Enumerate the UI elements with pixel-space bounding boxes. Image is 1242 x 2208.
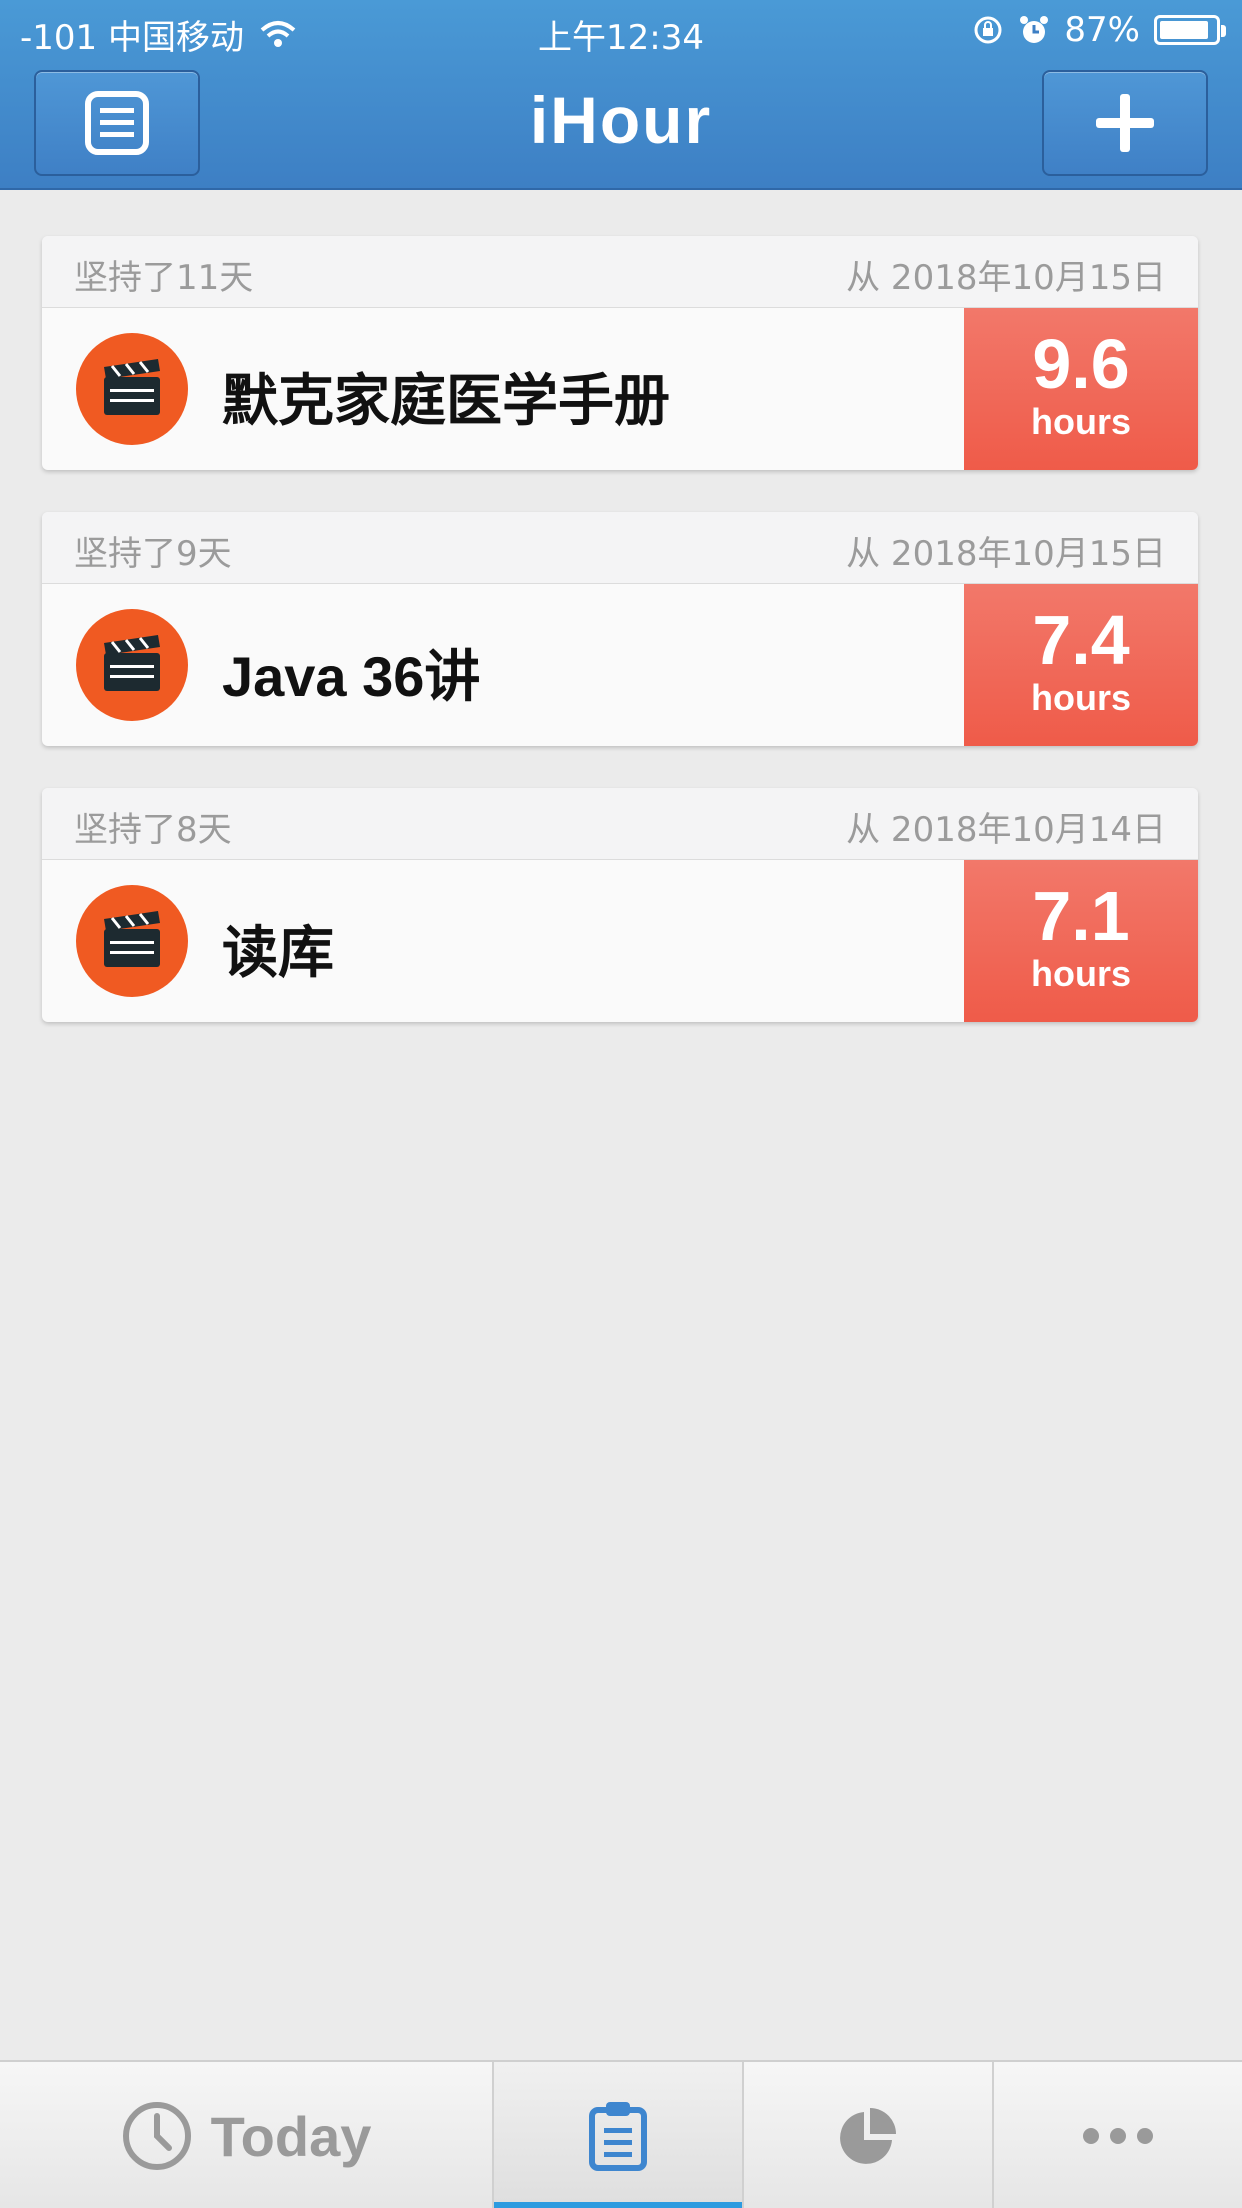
hours-badge: 7.4 hours <box>964 584 1198 746</box>
hours-badge: 9.6 hours <box>964 308 1198 470</box>
ellipsis-icon <box>1083 2128 1153 2144</box>
header: -101 中国移动 上午12:34 87% iHour <box>0 0 1242 190</box>
hours-value: 9.6 <box>1032 325 1130 403</box>
task-card[interactable]: 坚持了11天 从 2018年10月15日 默克家庭医学手册 9.6 hours <box>42 236 1198 470</box>
task-card[interactable]: 坚持了9天 从 2018年10月15日 Java 36讲 7.4 hours <box>42 512 1198 746</box>
battery-icon <box>1154 15 1226 45</box>
hours-unit: hours <box>1030 401 1131 442</box>
tab-today[interactable]: Today <box>0 2062 494 2208</box>
tab-list[interactable] <box>494 2062 744 2208</box>
hours-value: 7.1 <box>1032 877 1130 955</box>
card-header: 坚持了8天 从 2018年10月14日 <box>42 788 1198 860</box>
card-header: 坚持了9天 从 2018年10月15日 <box>42 512 1198 584</box>
rotation-lock-icon <box>974 16 1002 44</box>
start-date: 从 2018年10月15日 <box>846 534 1166 574</box>
clapperboard-icon <box>76 609 188 721</box>
start-date: 从 2018年10月15日 <box>846 258 1166 298</box>
task-card[interactable]: 坚持了8天 从 2018年10月14日 读库 7.1 hours <box>42 788 1198 1022</box>
status-bar: -101 中国移动 上午12:34 87% <box>0 0 1242 62</box>
task-name: Java 36讲 <box>222 645 481 708</box>
tab-today-label: Today <box>210 2104 372 2168</box>
active-tab-indicator <box>494 2202 742 2208</box>
clapperboard-icon <box>76 333 188 445</box>
task-name: 读库 <box>222 921 334 984</box>
hours-badge: 7.1 hours <box>964 860 1198 1022</box>
clapperboard-icon <box>76 885 188 997</box>
clipboard-icon <box>589 2102 647 2171</box>
alarm-icon <box>1020 16 1049 43</box>
tab-stats[interactable] <box>744 2062 994 2208</box>
plus-icon <box>1096 94 1154 152</box>
pie-chart-icon <box>840 2108 896 2164</box>
add-button[interactable] <box>1042 70 1208 176</box>
nav-bar: iHour <box>0 62 1242 190</box>
hours-unit: hours <box>1030 953 1131 994</box>
tab-more[interactable] <box>994 2062 1242 2208</box>
start-date: 从 2018年10月14日 <box>846 810 1166 850</box>
card-header: 坚持了11天 从 2018年10月15日 <box>42 236 1198 308</box>
streak-text: 坚持了11天 <box>74 258 254 298</box>
hours-value: 7.4 <box>1032 601 1130 679</box>
battery-percent: 87% <box>1064 10 1140 50</box>
streak-text: 坚持了9天 <box>74 534 232 574</box>
tab-bar: Today <box>0 2060 1242 2208</box>
task-list: 坚持了11天 从 2018年10月15日 默克家庭医学手册 9.6 hours <box>42 236 1198 1064</box>
clock-icon <box>122 2102 191 2170</box>
task-name: 默克家庭医学手册 <box>222 369 670 432</box>
streak-text: 坚持了8天 <box>74 810 232 850</box>
hours-unit: hours <box>1030 677 1131 718</box>
